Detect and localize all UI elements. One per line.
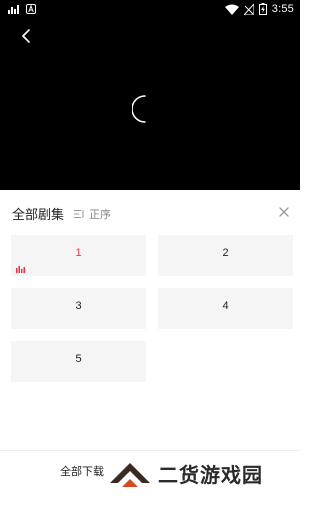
clock: 3:55 [271, 3, 294, 15]
app-a-icon [26, 4, 36, 14]
episode-tile-3[interactable]: 3 [11, 288, 146, 329]
signal-activity-icon [8, 5, 19, 14]
episode-tile-5[interactable]: 5 [11, 341, 146, 382]
wifi-icon [224, 4, 239, 15]
episode-tile-2[interactable]: 2 [158, 235, 293, 276]
video-player[interactable]: 3:55 [0, 0, 300, 190]
episode-label: 5 [75, 353, 82, 365]
spinner-icon [132, 95, 146, 123]
episode-tile-4[interactable]: 4 [158, 288, 293, 329]
episodes-panel-header: 全部剧集 正序 [0, 196, 300, 232]
close-button[interactable] [276, 204, 292, 220]
episode-tile-1[interactable]: 1 [11, 235, 146, 276]
sort-toggle[interactable]: 正序 [74, 206, 111, 222]
episode-label: 1 [75, 247, 82, 259]
watermark-logo-icon [110, 463, 150, 487]
episode-label: 3 [75, 300, 82, 312]
battery-charging-icon [258, 3, 267, 15]
episode-label: 4 [222, 300, 229, 312]
episode-label: 2 [222, 247, 229, 259]
panel-title: 全部剧集 [12, 208, 65, 223]
sort-list-icon [74, 210, 84, 218]
watermark: 二货游戏园 [108, 450, 300, 496]
now-playing-icon [16, 266, 25, 273]
sort-label: 正序 [89, 208, 111, 221]
chevron-left-icon [22, 29, 30, 43]
back-button[interactable] [16, 26, 36, 46]
download-all-button[interactable]: 全部下载 [60, 463, 104, 479]
close-icon [279, 207, 289, 217]
no-signal-icon [243, 3, 254, 15]
status-bar: 3:55 [0, 0, 300, 22]
watermark-text: 二货游戏园 [158, 462, 263, 487]
